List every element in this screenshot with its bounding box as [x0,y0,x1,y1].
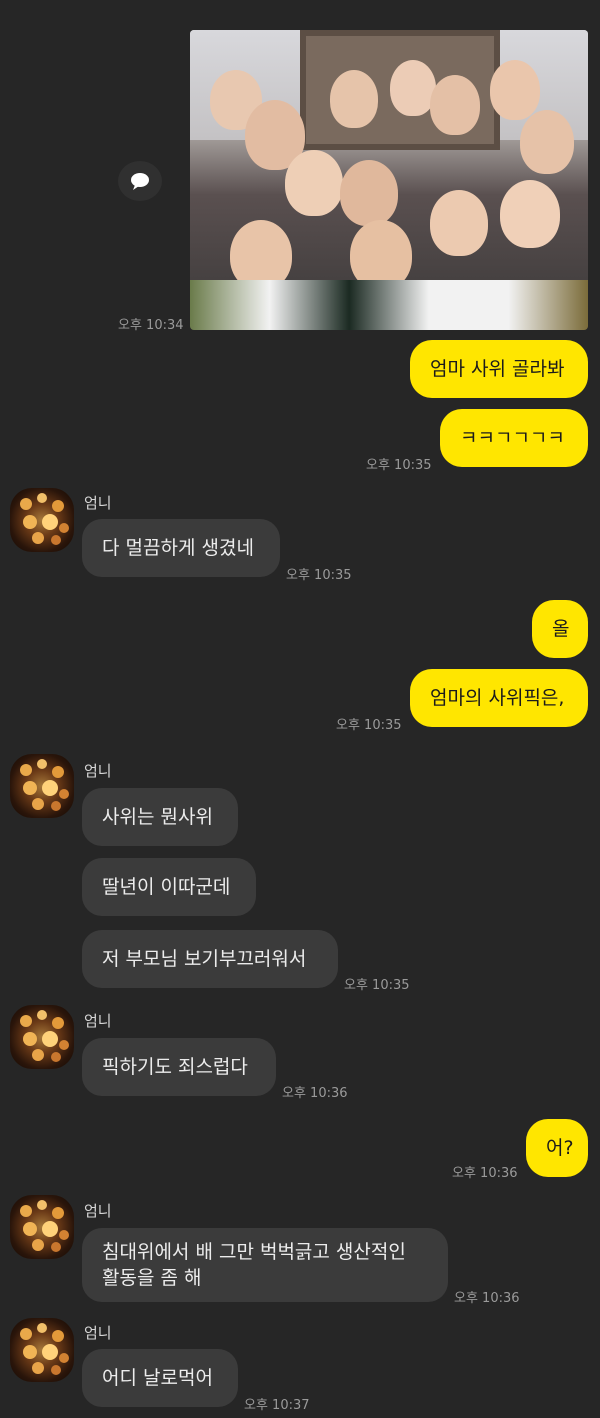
my-message-bubble[interactable]: 어? [526,1119,588,1177]
their-message-bubble[interactable]: 픽하기도 죄스럽다 [82,1038,276,1096]
sender-name: 엄니 [84,494,112,512]
sender-avatar[interactable] [10,1318,74,1382]
their-message-bubble[interactable]: 다 멀끔하게 생겼네 [82,519,280,577]
their-message-bubble[interactable]: 저 부모님 보기부끄러워서 [82,930,338,988]
sender-name: 엄니 [84,1324,112,1342]
message-line: 활동을 좀 해 [102,1267,202,1289]
photo-face [500,180,560,248]
photo-clothes [190,280,588,330]
their-message-bubble[interactable]: 어디 날로먹어 [82,1349,238,1407]
photo-face [490,60,540,120]
message-timestamp: 오후 10:36 [452,1166,518,1181]
photo-timestamp: 오후 10:34 [118,318,184,333]
my-message-bubble[interactable]: 엄마 사위 골라봐 [410,340,588,398]
share-button[interactable] [118,161,162,201]
photo-face [430,190,488,256]
message-timestamp: 오후 10:35 [336,718,402,733]
sender-name: 엄니 [84,762,112,780]
photo-face [285,150,343,216]
my-message-bubble[interactable]: ㅋㅋㄱㄱㄱㅋ [440,409,588,467]
message-timestamp: 오후 10:35 [344,978,410,993]
photo-face [520,110,574,174]
chat-bubble-icon [131,173,149,190]
sender-name: 엄니 [84,1202,112,1220]
sender-avatar[interactable] [10,1195,74,1259]
their-message-bubble[interactable]: 딸년이 이따군데 [82,858,256,916]
photo-face [330,70,378,128]
message-timestamp: 오후 10:36 [282,1086,348,1101]
lantern-avatar [20,1323,69,1375]
sender-avatar[interactable] [10,754,74,818]
message-timestamp: 오후 10:37 [244,1398,310,1413]
my-message-bubble[interactable]: 엄마의 사위픽은, [410,669,588,727]
lantern-avatar [20,493,69,545]
lantern-avatar [20,759,69,811]
lantern-avatar [20,1010,69,1062]
shared-photo[interactable] [190,30,588,330]
photo-face [430,75,480,135]
message-line: 침대위에서 배 그만 벅벅긁고 생산적인 [102,1241,406,1263]
their-message-bubble[interactable]: 사위는 뭔사위 [82,788,238,846]
photo-face [340,160,398,226]
sender-name: 엄니 [84,1012,112,1030]
lantern-avatar [20,1200,69,1252]
their-message-bubble[interactable]: 침대위에서 배 그만 벅벅긁고 생산적인 활동을 좀 해 [82,1228,448,1302]
message-timestamp: 오후 10:36 [454,1291,520,1306]
my-message-bubble[interactable]: 올 [532,600,588,658]
sender-avatar[interactable] [10,1005,74,1069]
message-timestamp: 오후 10:35 [286,568,352,583]
message-timestamp: 오후 10:35 [366,458,432,473]
sender-avatar[interactable] [10,488,74,552]
